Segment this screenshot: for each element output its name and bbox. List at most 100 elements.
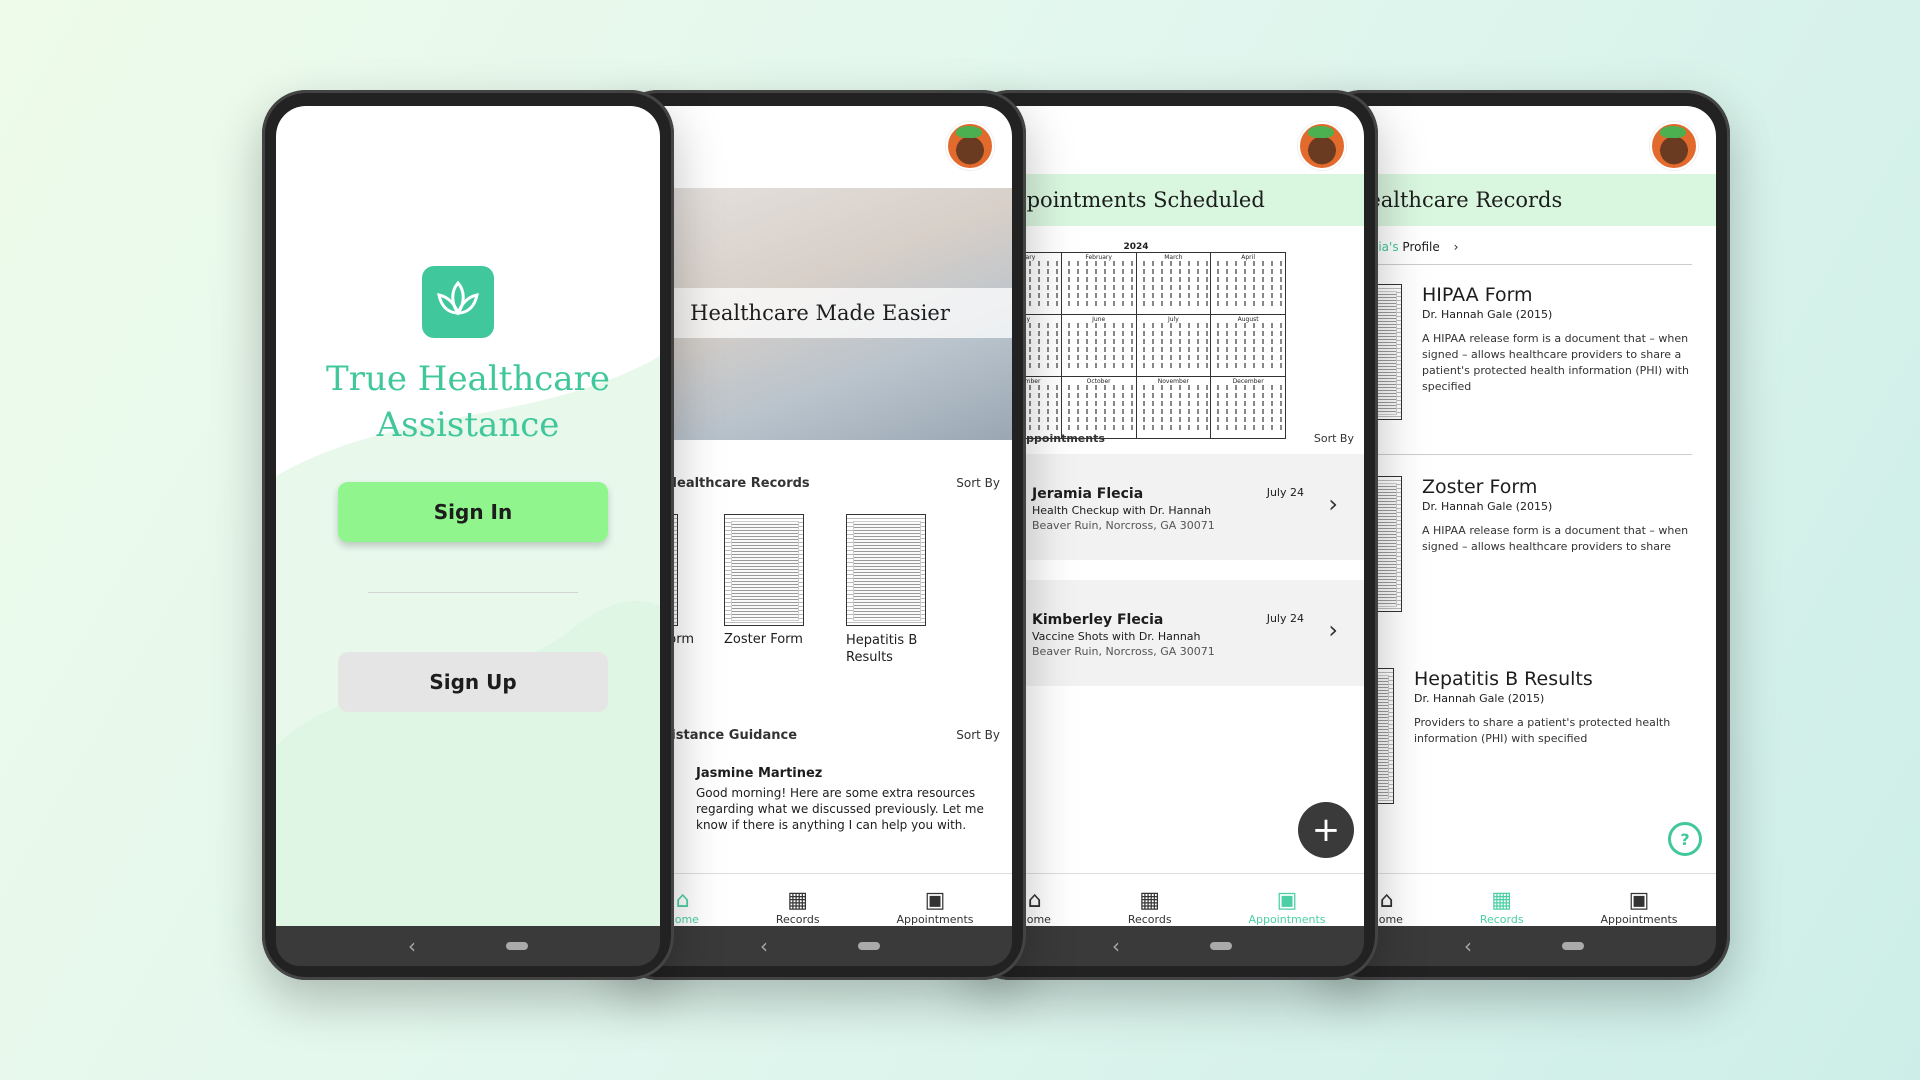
nav-appointments[interactable]: ▣ Appointments	[896, 887, 973, 926]
records-header: nted Healthcare Records Sort By	[628, 476, 1000, 491]
sign-in-button[interactable]: Sign In	[338, 482, 608, 542]
home-pill-icon[interactable]	[1210, 942, 1232, 950]
nav-records[interactable]: ▦ Records	[1480, 888, 1524, 926]
app-logo	[422, 266, 494, 338]
nav-records-label: Records	[1127, 912, 1172, 926]
help-button[interactable]: ?	[1668, 822, 1702, 856]
calendar-clock-icon: ▦	[787, 887, 809, 913]
calendar-days	[1138, 385, 1209, 433]
appointment-date: July 24	[1266, 486, 1304, 499]
appointments-screen: Appointments Scheduled 2024 JanuaryFebru…	[980, 106, 1364, 940]
app-name: True Healthcare Assistance	[276, 356, 660, 448]
home-pill-icon[interactable]	[858, 942, 880, 950]
nav-records-label: Records	[775, 912, 820, 926]
calendar-month-label: July	[1167, 316, 1179, 323]
nav-appointments[interactable]: ▣ Appointments	[1248, 888, 1325, 926]
calendar-days	[1063, 261, 1134, 309]
android-navbar: ‹	[980, 926, 1364, 966]
record-title: Hepatitis B Results	[1414, 668, 1593, 690]
sign-up-button[interactable]: Sign Up	[338, 652, 608, 712]
calendar-month[interactable]: February	[1061, 253, 1137, 315]
hero-image: Healthcare Made Easier	[628, 188, 1012, 440]
record-item-3[interactable]: Hepatitis B Results Dr. Hannah Gale (201…	[1332, 668, 1692, 808]
calendar-days	[1063, 385, 1134, 433]
calendar-days	[1063, 323, 1134, 371]
nav-records[interactable]: ▦ Records	[775, 887, 820, 926]
record-item-2[interactable]: Zoster Form Dr. Hannah Gale (2015) A HIP…	[1332, 476, 1692, 646]
calendar: 2024 JanuaryFebruaryMarchAprilMayJuneJul…	[986, 242, 1286, 439]
calendar-month[interactable]: March	[1136, 253, 1212, 315]
avatar[interactable]	[1298, 122, 1346, 170]
records-sort-button[interactable]: Sort By	[956, 476, 1000, 491]
appointment-card-1[interactable]: Jeramia Flecia July 24 Health Checkup wi…	[980, 454, 1364, 560]
question-icon: ?	[1680, 829, 1690, 849]
appointment-name: Kimberley Flecia	[1032, 612, 1164, 628]
calendar-days	[1138, 261, 1209, 309]
home-screen: Healthcare Made Easier nted Healthcare R…	[628, 106, 1012, 940]
page-title: Appointments Scheduled	[998, 188, 1265, 212]
calendar-search-icon: ▣	[924, 887, 946, 913]
month-grid: JanuaryFebruaryMarchAprilMayJuneJulyAugu…	[986, 252, 1286, 439]
appointment-address: Beaver Ruin, Norcross, GA 30071	[1032, 519, 1215, 532]
plus-icon: +	[1311, 810, 1341, 850]
app-name-line1: True Healthcare	[326, 359, 610, 399]
calendar-search-icon: ▣	[1628, 887, 1650, 913]
title-bar: Appointments Scheduled	[980, 174, 1364, 226]
calendar-month[interactable]: August	[1211, 315, 1286, 377]
guidance-sort-button[interactable]: Sort By	[956, 728, 1000, 743]
calendar-days	[1213, 323, 1283, 371]
chevron-right-icon[interactable]: ›	[1328, 616, 1338, 644]
phone-signin: True Healthcare Assistance Sign In Sign …	[262, 90, 674, 980]
add-appointment-button[interactable]: +	[1298, 802, 1354, 858]
document-thumbnail	[724, 514, 804, 626]
signin-screen: True Healthcare Assistance Sign In Sign …	[276, 106, 660, 940]
record-desc: A HIPAA release form is a document that …	[1422, 332, 1689, 393]
record-doctor: Dr. Hannah Gale (2015)	[1414, 692, 1545, 705]
calendar-month[interactable]: July	[1136, 315, 1212, 377]
calendar-month[interactable]: June	[1061, 315, 1137, 377]
upcoming-header: ching Appointments Sort By	[980, 432, 1354, 445]
record-title: HIPAA Form	[1422, 284, 1533, 306]
app-name-line2: Assistance	[376, 405, 560, 445]
nav-appointments[interactable]: ▣ Appointments	[1600, 887, 1677, 926]
divider	[1332, 264, 1692, 265]
appointment-date: July 24	[1266, 612, 1304, 625]
calendar-month[interactable]: October	[1061, 377, 1137, 439]
record-card-2[interactable]: Zoster Form	[724, 514, 824, 647]
home-pill-icon[interactable]	[1562, 942, 1584, 950]
chevron-right-icon[interactable]: ›	[1454, 240, 1459, 254]
calendar-month[interactable]: April	[1211, 253, 1286, 315]
calendar-month[interactable]: December	[1211, 377, 1286, 439]
phone-records: Healthcare Records g Jeramia's Profile ›…	[1318, 90, 1730, 980]
record-label: Hepatitis B Results	[846, 633, 918, 665]
sender-name: Jasmine Martinez	[696, 766, 823, 781]
calendar-month-label: August	[1237, 316, 1259, 323]
home-pill-icon[interactable]	[506, 942, 528, 950]
document-thumbnail	[846, 514, 926, 626]
nav-records[interactable]: ▦ Records	[1127, 887, 1172, 926]
back-icon[interactable]: ‹	[760, 934, 768, 958]
home-icon: ⌂	[1027, 887, 1042, 913]
appointment-name: Jeramia Flecia	[1032, 486, 1144, 502]
record-item-1[interactable]: HIPAA Form Dr. Hannah Gale (2015) A HIPA…	[1332, 284, 1692, 455]
title-bar: Healthcare Records	[1332, 174, 1716, 226]
calendar-month-label: February	[1085, 254, 1112, 261]
upcoming-sort-button[interactable]: Sort By	[1314, 432, 1354, 445]
record-card-3[interactable]: Hepatitis B Results	[846, 514, 946, 666]
avatar[interactable]	[946, 122, 994, 170]
calendar-year: 2024	[1123, 242, 1149, 252]
calendar-days	[1213, 261, 1283, 309]
calendar-month[interactable]: November	[1136, 377, 1212, 439]
back-icon[interactable]: ‹	[1112, 934, 1120, 958]
appointment-card-2[interactable]: Kimberley Flecia July 24 Vaccine Shots w…	[980, 580, 1364, 686]
hero-title: Healthcare Made Easier	[690, 301, 950, 325]
back-icon[interactable]: ‹	[408, 934, 416, 958]
avatar[interactable]	[1650, 122, 1698, 170]
back-icon[interactable]: ‹	[1464, 934, 1472, 958]
chevron-right-icon[interactable]: ›	[1328, 490, 1338, 518]
record-doctor: Dr. Hannah Gale (2015)	[1422, 500, 1553, 513]
home-icon: ⌂	[1379, 887, 1394, 913]
records-screen: Healthcare Records g Jeramia's Profile ›…	[1332, 106, 1716, 940]
calendar-month-label: April	[1241, 254, 1255, 261]
calendar-clock-icon: ▦	[1139, 887, 1161, 913]
